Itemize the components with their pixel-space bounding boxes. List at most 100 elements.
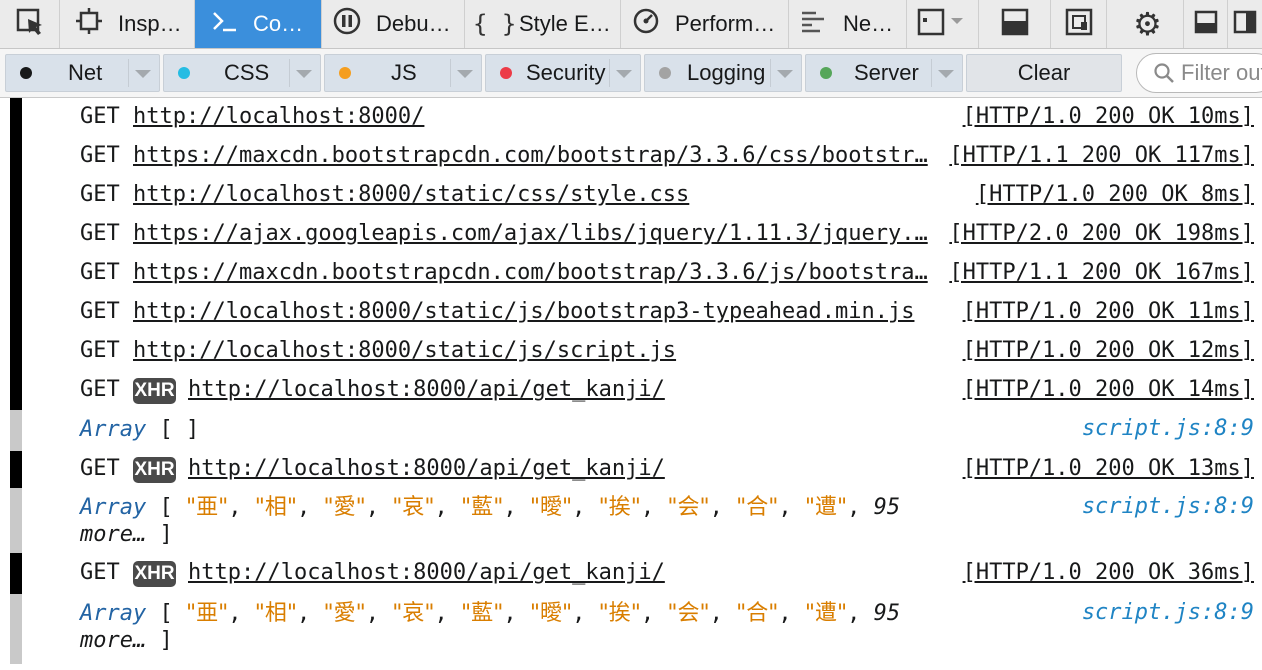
request-status-link[interactable]: [HTTP/1.0 200 OK 13ms] (963, 456, 1254, 481)
request-status-link[interactable]: [HTTP/1.0 200 OK 12ms] (963, 338, 1254, 363)
console-filter-bar: Net CSS JS Security Logging Server Clear (0, 49, 1262, 98)
tab-debugger[interactable]: Debugger (322, 0, 465, 48)
chevron-down-icon[interactable] (135, 70, 151, 78)
network-message-row: GET XHR http://localhost:8000/api/get_ka… (0, 553, 1262, 594)
filter-output-input[interactable]: Filter output (1136, 53, 1262, 93)
responsive-mode-button[interactable] (1051, 0, 1107, 48)
array-label[interactable]: Array (80, 495, 146, 520)
request-url-link[interactable]: http://localhost:8000/api/get_kanji/ (188, 377, 928, 402)
filter-server-label: Server (854, 60, 919, 85)
chevron-down-icon[interactable] (457, 70, 473, 78)
request-status-link[interactable]: [HTTP/1.0 200 OK 14ms] (963, 377, 1254, 402)
network-message-row: GET XHR http://localhost:8000/api/get_ka… (0, 371, 1262, 410)
filter-net-label: Net (68, 60, 103, 85)
log-message-text: Array [ "亜", "相", "愛", "哀", "藍", "曖", "挨… (80, 495, 901, 547)
performance-icon (629, 7, 663, 41)
request-url-link[interactable]: http://localhost:8000/api/get_kanji/ (188, 456, 928, 481)
request-url-link[interactable]: http://localhost:8000/static/js/bootstra… (133, 299, 933, 324)
dock-bottom-button[interactable] (1184, 0, 1228, 48)
filter-net-button[interactable]: Net (5, 54, 160, 92)
request-method: GET (80, 377, 120, 402)
request-status-link[interactable]: [HTTP/2.0 200 OK 198ms] (949, 221, 1254, 246)
request-status-link[interactable]: [HTTP/1.0 200 OK 11ms] (963, 299, 1254, 324)
chevron-down-icon[interactable] (296, 70, 312, 78)
source-location-link[interactable]: script.js:8:9 (1082, 600, 1254, 625)
array-item: "亜" (185, 601, 229, 626)
filter-output-placeholder: Filter output (1181, 60, 1262, 85)
server-dot-icon (820, 67, 832, 79)
array-item: "曖" (529, 495, 573, 520)
request-status-link[interactable]: [HTTP/1.1 200 OK 167ms] (949, 260, 1254, 285)
message-gutter (10, 254, 22, 293)
message-gutter (10, 98, 22, 137)
request-url-link[interactable]: https://ajax.googleapis.com/ajax/libs/jq… (133, 221, 933, 246)
array-item: "曖" (529, 601, 573, 626)
array-open-bracket: [ (159, 495, 173, 520)
log-message-text: Array [ "亜", "相", "愛", "哀", "藍", "曖", "挨… (80, 601, 901, 653)
filter-logging-button[interactable]: Logging (644, 54, 802, 92)
array-item: "愛" (323, 495, 366, 520)
array-item: "亜" (185, 495, 229, 520)
dock-side-icon (1233, 10, 1257, 39)
source-location-link[interactable]: script.js:8:9 (1082, 416, 1254, 441)
tab-performance[interactable]: Performance (621, 0, 789, 48)
message-gutter (10, 293, 22, 332)
array-item: "挨" (598, 495, 641, 520)
tab-console[interactable]: Console (195, 0, 322, 48)
array-item: "遭" (804, 495, 848, 520)
filter-divider (289, 59, 290, 87)
settings-gear-icon: ⚙ (1133, 5, 1162, 43)
split-console-button[interactable] (979, 0, 1051, 48)
logging-dot-icon (659, 67, 671, 79)
clear-button[interactable]: Clear (966, 54, 1122, 92)
filter-css-button[interactable]: CSS (163, 54, 321, 92)
request-method: GET (80, 221, 120, 246)
message-gutter (10, 332, 22, 371)
request-url-link[interactable]: https://maxcdn.bootstrapcdn.com/bootstra… (133, 143, 933, 168)
message-gutter (10, 488, 22, 553)
network-message-row: GET http://localhost:8000/ [HTTP/1.0 200… (0, 98, 1262, 137)
dock-side-button[interactable] (1228, 0, 1262, 48)
filter-divider (770, 59, 771, 87)
request-status-link[interactable]: [HTTP/1.0 200 OK 8ms] (976, 182, 1254, 207)
request-url-link[interactable]: http://localhost:8000/static/css/style.c… (133, 182, 933, 207)
request-url-link[interactable]: http://localhost:8000/api/get_kanji/ (188, 560, 928, 585)
debugger-icon (330, 6, 364, 42)
chevron-down-icon[interactable] (777, 70, 793, 78)
tab-style-editor[interactable]: { } Style Editor (465, 0, 621, 48)
array-label[interactable]: Array (80, 417, 146, 442)
xhr-badge: XHR (133, 457, 176, 483)
css-dot-icon (178, 67, 190, 79)
filter-js-button[interactable]: JS (324, 54, 482, 92)
array-item: "哀" (392, 495, 435, 520)
request-status-link[interactable]: [HTTP/1.0 200 OK 10ms] (963, 104, 1254, 129)
tab-network[interactable]: Network (789, 0, 907, 48)
frame-picker-button[interactable] (907, 0, 979, 48)
array-item: "相" (254, 495, 298, 520)
request-url-link[interactable]: https://maxcdn.bootstrapcdn.com/bootstra… (133, 260, 933, 285)
tab-network-label: Network (843, 11, 898, 36)
inspector-icon (72, 8, 106, 40)
chevron-down-icon[interactable] (616, 70, 632, 78)
request-method: GET (80, 560, 120, 585)
filter-security-button[interactable]: Security (485, 54, 641, 92)
pick-element-button[interactable] (0, 0, 60, 48)
tab-debugger-label: Debugger (376, 11, 456, 36)
request-url-link[interactable]: http://localhost:8000/ (133, 104, 933, 129)
tab-inspector[interactable]: Inspector (60, 0, 195, 48)
array-label[interactable]: Array (80, 601, 146, 626)
request-status-link[interactable]: [HTTP/1.0 200 OK 36ms] (963, 560, 1254, 585)
source-location-link[interactable]: script.js:8:9 (1082, 494, 1254, 519)
message-gutter (10, 176, 22, 215)
console-output: GET http://localhost:8000/ [HTTP/1.0 200… (0, 98, 1262, 670)
chevron-down-icon[interactable] (938, 70, 954, 78)
log-message-row: Array [ ] script.js:8:9 (0, 410, 1262, 451)
filter-server-button[interactable]: Server (805, 54, 963, 92)
filter-divider (450, 59, 451, 87)
frame-picker-icon (915, 7, 971, 42)
xhr-badge: XHR (133, 561, 176, 587)
split-console-icon (1000, 7, 1030, 42)
request-status-link[interactable]: [HTTP/1.1 200 OK 117ms] (949, 143, 1254, 168)
settings-button[interactable]: ⚙ (1112, 0, 1184, 48)
request-url-link[interactable]: http://localhost:8000/static/js/script.j… (133, 338, 933, 363)
